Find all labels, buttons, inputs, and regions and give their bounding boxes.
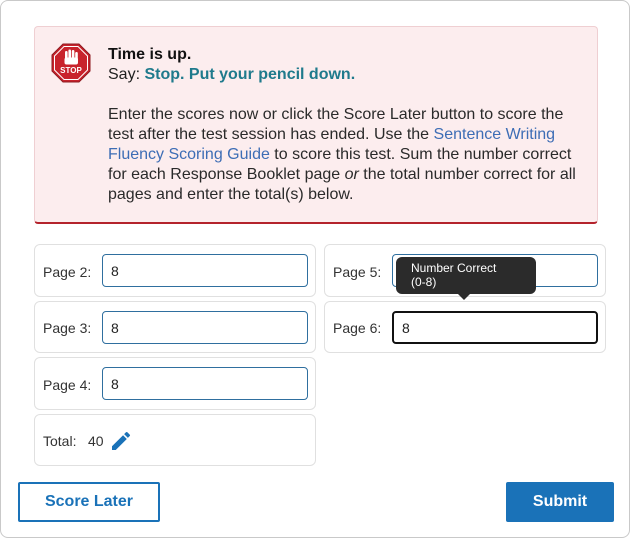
page-5-label: Page 5: (333, 264, 382, 280)
page-4-input[interactable] (102, 367, 308, 400)
say-line: Say: Stop. Put your pencil down. (108, 65, 578, 85)
alert-title: Time is up. (108, 46, 192, 63)
page-2-label: Page 2: (43, 264, 92, 280)
stop-sign-hand-icon: STOP (51, 43, 91, 83)
page-6-label: Page 6: (333, 320, 382, 336)
page-3-card: Page 3: (34, 301, 316, 353)
number-correct-tooltip: Number Correct (0-8) (396, 257, 536, 300)
say-text: Stop. Put your pencil down. (144, 66, 356, 83)
score-later-button[interactable]: Score Later (18, 482, 160, 522)
page-4-label: Page 4: (43, 377, 92, 393)
page-6-input[interactable] (392, 311, 598, 344)
say-label: Say: (108, 66, 141, 83)
time-up-alert: STOP Time is up. Say: Stop. Put your pen… (34, 26, 598, 224)
page-2-input[interactable] (102, 254, 308, 287)
total-card: Total: 40 (34, 414, 316, 466)
page-3-input[interactable] (102, 311, 308, 344)
tooltip-range: (0-8) (411, 275, 437, 289)
pencil-edit-icon[interactable] (109, 429, 133, 453)
page-4-card: Page 4: (34, 357, 316, 410)
page-2-card: Page 2: (34, 244, 316, 297)
page-6-card: Page 6: (324, 301, 606, 353)
stop-icon-text: STOP (60, 66, 82, 75)
submit-button[interactable]: Submit (506, 482, 614, 522)
total-value: 40 (88, 433, 104, 449)
tooltip-title: Number Correct (411, 261, 497, 275)
total-label: Total: (43, 433, 77, 449)
score-entry-dialog: STOP Time is up. Say: Stop. Put your pen… (0, 0, 630, 538)
alert-instructions: Enter the scores now or click the Score … (108, 105, 578, 205)
page-3-label: Page 3: (43, 320, 92, 336)
instructions-italic-or: or (344, 166, 359, 183)
alert-content: Time is up. Say: Stop. Put your pencil d… (108, 45, 578, 205)
